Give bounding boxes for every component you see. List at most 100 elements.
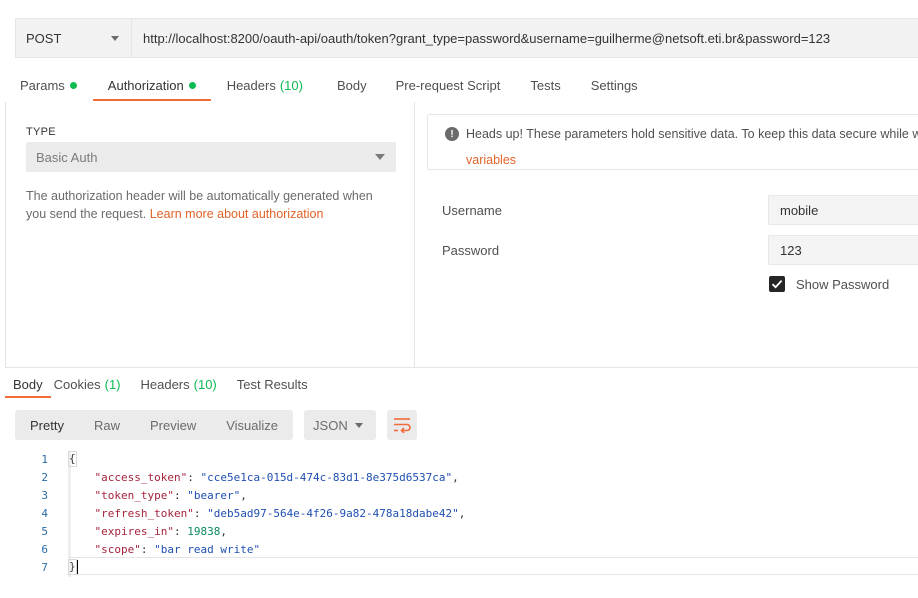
show-password-label: Show Password [796, 276, 890, 292]
response-body-editor[interactable]: 1 { 2 "access_token": "cce5e1ca-015d-474… [5, 450, 918, 580]
code-content: "access_token": "cce5e1ca-015d-474c-83d1… [94, 470, 459, 484]
wrap-lines-icon [394, 418, 411, 433]
tab-settings-label: Settings [590, 78, 638, 93]
warning-text: Heads up! These parameters hold sensitiv… [466, 127, 918, 141]
open-brace: { [68, 451, 77, 467]
auth-type-value: Basic Auth [36, 149, 98, 165]
tab-tests[interactable]: Tests [530, 70, 560, 101]
chevron-down-icon [111, 35, 119, 41]
sensitive-data-warning: ! Heads up! These parameters hold sensit… [427, 114, 918, 170]
response-tab-test-results-label: Test Results [236, 376, 308, 392]
code-line: 4 "refresh_token": "deb5ad97-564e-4f26-9… [5, 504, 918, 522]
close-brace: } [68, 559, 77, 575]
learn-more-link[interactable]: Learn more about authorization [150, 207, 324, 221]
tab-params-label: Params [20, 78, 65, 93]
pretty-button[interactable]: Pretty [15, 410, 79, 440]
code-line: 6 "scope": "bar read write" [5, 540, 918, 558]
tab-body[interactable]: Body [337, 70, 367, 101]
response-tab-cookies-label: Cookies [53, 376, 101, 392]
view-mode-group: Pretty Raw Preview Visualize [15, 410, 294, 440]
tab-authorization-label: Authorization [107, 78, 184, 93]
line-number: 3 [41, 488, 48, 502]
chevron-down-icon [375, 154, 385, 160]
headers-count: (10) [279, 78, 303, 93]
tab-prerequest-script[interactable]: Pre-request Script [396, 70, 501, 101]
response-tab-headers[interactable]: Headers (10) [141, 370, 217, 398]
code-line: 5 "expires_in": 19838, [5, 522, 918, 540]
format-value: JSON [313, 417, 348, 433]
method-label: POST [26, 30, 62, 46]
show-password-toggle[interactable]: Show Password [769, 276, 889, 292]
json-key: "expires_in" [94, 524, 174, 538]
code-content: "token_type": "bearer", [94, 488, 247, 502]
json-key: "scope" [94, 542, 141, 556]
cookies-count: (1) [104, 376, 121, 392]
code-line: 1 { [5, 450, 918, 468]
username-input[interactable]: mobile [768, 195, 918, 225]
auth-type-select[interactable]: Basic Auth [26, 142, 396, 172]
tab-settings[interactable]: Settings [591, 70, 638, 101]
auth-type-panel: TYPE Basic Auth The authorization header… [5, 102, 415, 367]
line-number: 7 [41, 560, 48, 574]
tab-tests-label: Tests [530, 78, 561, 93]
code-line: 7 } [5, 558, 918, 576]
response-toolbar: Pretty Raw Preview Visualize JSON [15, 410, 418, 440]
code-line: 2 "access_token": "cce5e1ca-015d-474c-83… [5, 468, 918, 486]
params-status-dot [69, 82, 77, 89]
authorization-status-dot [188, 82, 196, 89]
line-number: 6 [41, 542, 48, 556]
json-string: "bearer" [187, 488, 241, 502]
line-number: 4 [41, 506, 48, 520]
response-tab-body-label: Body [13, 376, 43, 392]
format-select[interactable]: JSON [304, 410, 377, 440]
code-content: { [68, 451, 77, 467]
response-tabs: Body Cookies (1) Headers (10) Test Resul… [5, 370, 308, 400]
code-content: "scope": "bar read write" [94, 542, 261, 556]
json-string: "cce5e1ca-015d-474c-83d1-8e375d6537ca" [200, 470, 453, 484]
json-string: "bar read write" [154, 542, 261, 556]
code-content: "refresh_token": "deb5ad97-564e-4f26-9a8… [94, 506, 466, 520]
password-label: Password [442, 243, 500, 258]
json-key: "access_token" [94, 470, 188, 484]
warning-icon: ! [445, 127, 459, 141]
code-content: } [68, 559, 78, 575]
code-content: "expires_in": 19838, [94, 524, 227, 538]
line-number: 2 [41, 470, 48, 484]
wrap-lines-button[interactable] [387, 410, 418, 440]
checkmark-icon [771, 279, 783, 289]
tab-prerequest-label: Pre-request Script [395, 78, 501, 93]
raw-button[interactable]: Raw [79, 410, 135, 440]
panel-divider [5, 367, 918, 368]
tab-headers-label: Headers [226, 78, 276, 93]
line-number: 5 [41, 524, 48, 538]
json-string: "deb5ad97-564e-4f26-9a82-478a18dabe42" [207, 506, 459, 520]
tab-headers[interactable]: Headers (10) [227, 70, 303, 101]
json-key: "token_type" [94, 488, 174, 502]
tab-authorization[interactable]: Authorization [92, 70, 211, 101]
response-tab-test-results[interactable]: Test Results [237, 370, 308, 398]
code-line: 3 "token_type": "bearer", [5, 486, 918, 504]
tab-body-label: Body [336, 78, 367, 93]
response-tab-cookies[interactable]: Cookies (1) [54, 370, 121, 398]
response-tab-body[interactable]: Body [5, 370, 51, 398]
url-input[interactable]: http://localhost:8200/oauth-api/oauth/to… [131, 19, 918, 57]
password-input[interactable]: 123 [768, 235, 918, 265]
variables-link[interactable]: variables [466, 153, 516, 167]
tab-params[interactable]: Params [20, 70, 77, 101]
response-tab-headers-label: Headers [140, 376, 190, 392]
json-key: "refresh_token" [94, 506, 194, 520]
response-headers-count: (10) [193, 376, 217, 392]
chevron-down-icon [355, 422, 364, 428]
line-number: 1 [41, 452, 48, 466]
json-number: 19838 [187, 524, 221, 538]
preview-button[interactable]: Preview [135, 410, 211, 440]
username-label: Username [442, 203, 502, 218]
auth-fields-panel: ! Heads up! These parameters hold sensit… [416, 102, 918, 367]
auth-type-label: TYPE [26, 126, 56, 138]
visualize-button[interactable]: Visualize [211, 410, 293, 440]
request-bar: POST http://localhost:8200/oauth-api/oau… [15, 18, 918, 58]
request-tabs: Params Authorization Headers (10) Body P… [15, 70, 638, 101]
method-select[interactable]: POST [16, 19, 131, 57]
show-password-checkbox[interactable] [769, 276, 785, 292]
auth-description: The authorization header will be automat… [26, 187, 396, 223]
